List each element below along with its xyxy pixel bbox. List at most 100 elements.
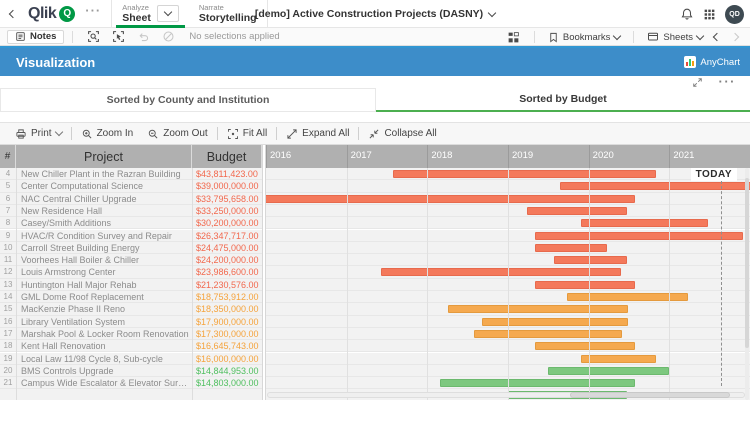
table-row[interactable]: 15MacKenzie Phase II Reno$18,350,000.00 — [0, 303, 750, 315]
project-name: BMS Controls Upgrade — [21, 365, 189, 377]
timeline-year-label: 2016 — [270, 150, 291, 161]
smart-search-icon[interactable] — [87, 30, 100, 43]
object-menu-icon[interactable]: ··· — [719, 78, 737, 86]
expand-all-button[interactable]: Expand All — [279, 123, 356, 144]
gantt-bar[interactable] — [535, 244, 608, 252]
table-row[interactable]: 4New Chiller Plant in the Razran Buildin… — [0, 168, 750, 180]
table-row[interactable]: 21Campus Wide Escalator & Elevator Surve… — [0, 377, 750, 389]
timeline-year-label: 2021 — [673, 150, 694, 161]
gantt-bar[interactable] — [581, 355, 656, 363]
project-name: Local Law 11/98 Cycle 8, Sub-cycle — [21, 353, 189, 365]
table-row[interactable]: 11Voorhees Hall Boiler & Chiller$24,200,… — [0, 254, 750, 266]
gantt-bar[interactable] — [554, 256, 627, 264]
collapse-all-button[interactable]: Collapse All — [361, 123, 443, 144]
table-row[interactable]: 10Carroll Street Building Energy$24,475,… — [0, 242, 750, 254]
selections-bar: Notes No selections applied Bookmarks — [0, 28, 750, 46]
gantt-bar[interactable] — [440, 379, 634, 387]
sheets-button[interactable]: Sheets — [647, 31, 703, 43]
narrate-eyebrow: Narrate — [199, 4, 257, 12]
global-menu-button[interactable]: ··· — [79, 3, 111, 24]
gantt-bar[interactable] — [535, 281, 636, 289]
gantt-bar[interactable] — [474, 330, 622, 338]
table-row[interactable]: 6NAC Central Chiller Upgrade$33,795,658.… — [0, 193, 750, 205]
grid-splitter[interactable] — [262, 145, 266, 400]
table-row[interactable]: 9HVAC/R Condition Survey and Repair$26,3… — [0, 230, 750, 242]
tab-sorted-by-budget[interactable]: Sorted by Budget — [376, 88, 750, 112]
analyze-label: Sheet — [122, 13, 151, 24]
table-row[interactable]: 13Huntington Hall Major Rehab$21,230,576… — [0, 279, 750, 291]
table-row[interactable]: 5Center Computational Science$39,000,000… — [0, 180, 750, 192]
project-budget: $21,230,576.00 — [196, 279, 260, 291]
tab-analyze-sheet[interactable]: Analyze Sheet — [112, 0, 189, 28]
column-divider — [16, 168, 17, 400]
user-avatar[interactable]: QD — [725, 5, 744, 24]
timeline-year-label: 2019 — [512, 150, 533, 161]
horizontal-scrollbar-thumb[interactable] — [570, 392, 730, 398]
table-row[interactable]: 20BMS Controls Upgrade$14,844,953.00 — [0, 365, 750, 377]
print-button[interactable]: Print — [8, 123, 69, 144]
app-launcher-waffle-icon[interactable] — [703, 8, 716, 21]
zoom-out-button[interactable]: Zoom Out — [140, 123, 214, 144]
anychart-brand[interactable]: AnyChart — [684, 56, 740, 68]
clear-selections-icon[interactable] — [162, 30, 175, 43]
app-title[interactable]: [demo] Active Construction Projects (DAS… — [255, 8, 483, 20]
timeline-year-tick — [266, 145, 267, 168]
gantt-chart-object: ··· Sorted by County and Institution Sor… — [0, 76, 750, 400]
gantt-bar[interactable] — [581, 219, 708, 227]
tab-bar: Sorted by County and Institution Sorted … — [0, 88, 750, 112]
table-row[interactable]: 12Louis Armstrong Center$23,986,600.00 — [0, 266, 750, 278]
expand-object-icon[interactable] — [692, 77, 703, 88]
table-row[interactable]: 16Library Ventilation System$17,900,000.… — [0, 316, 750, 328]
vertical-scrollbar-thumb[interactable] — [745, 178, 749, 348]
gantt-bar[interactable] — [393, 170, 655, 178]
project-budget: $23,986,600.00 — [196, 266, 260, 278]
table-row[interactable]: 17Marshak Pool & Locker Room Renovation$… — [0, 328, 750, 340]
gantt-bar[interactable] — [381, 268, 621, 276]
gantt-bar[interactable] — [482, 318, 628, 326]
gantt-bar[interactable] — [264, 195, 636, 203]
qlik-logo[interactable]: Qlik Q — [26, 5, 79, 23]
timeline-header[interactable]: 201620172018201920202021 — [0, 145, 750, 168]
project-budget: $39,000,000.00 — [196, 180, 260, 192]
previous-sheet-button[interactable] — [714, 34, 720, 40]
table-row[interactable]: 7New Residence Hall$33,250,000.00 — [0, 205, 750, 217]
collapse-all-icon — [368, 128, 380, 140]
project-budget: $30,200,000.00 — [196, 217, 260, 229]
zoom-in-button[interactable]: Zoom In — [74, 123, 141, 144]
gantt-bar[interactable] — [448, 305, 628, 313]
expand-all-icon — [286, 128, 298, 140]
back-button[interactable] — [0, 0, 26, 28]
table-row[interactable]: 14GML Dome Roof Replacement$18,753,912.0… — [0, 291, 750, 303]
notes-button[interactable]: Notes — [7, 30, 64, 44]
next-sheet-button[interactable] — [732, 34, 738, 40]
sheet-overview-icon[interactable] — [507, 31, 520, 44]
table-row[interactable]: 18Kent Hall Renovation$16,645,743.00 — [0, 340, 750, 352]
gantt-bar[interactable] — [535, 342, 636, 350]
row-number: 16 — [0, 316, 16, 328]
table-row[interactable]: 8Casey/Smith Additions$30,200,000.00 — [0, 217, 750, 229]
chevron-down-icon — [54, 128, 62, 136]
tab-sorted-by-county[interactable]: Sorted by County and Institution — [0, 88, 376, 112]
project-budget: $18,753,912.00 — [196, 291, 260, 303]
bookmark-icon — [548, 32, 559, 43]
row-number: 8 — [0, 217, 16, 229]
notifications-bell-icon[interactable] — [680, 7, 694, 21]
table-row[interactable]: 19Local Law 11/98 Cycle 8, Sub-cycle$16,… — [0, 353, 750, 365]
step-back-icon[interactable] — [137, 30, 150, 43]
fit-all-icon — [227, 128, 239, 140]
divider — [534, 31, 535, 43]
sheet-dropdown-button[interactable] — [157, 5, 179, 22]
gantt-bar[interactable] — [527, 207, 626, 215]
anychart-logo-icon — [684, 56, 696, 68]
selections-tool-icon[interactable] — [112, 30, 125, 43]
bookmarks-button[interactable]: Bookmarks — [548, 32, 621, 43]
gantt-bar[interactable] — [548, 367, 670, 375]
timeline-year-tick — [427, 145, 428, 168]
row-number: 7 — [0, 205, 16, 217]
row-number: 4 — [0, 168, 16, 180]
gantt-bar[interactable] — [535, 232, 743, 240]
project-name: Kent Hall Renovation — [21, 340, 189, 352]
project-name: NAC Central Chiller Upgrade — [21, 193, 189, 205]
sheets-icon — [647, 31, 659, 43]
fit-all-button[interactable]: Fit All — [220, 123, 274, 144]
